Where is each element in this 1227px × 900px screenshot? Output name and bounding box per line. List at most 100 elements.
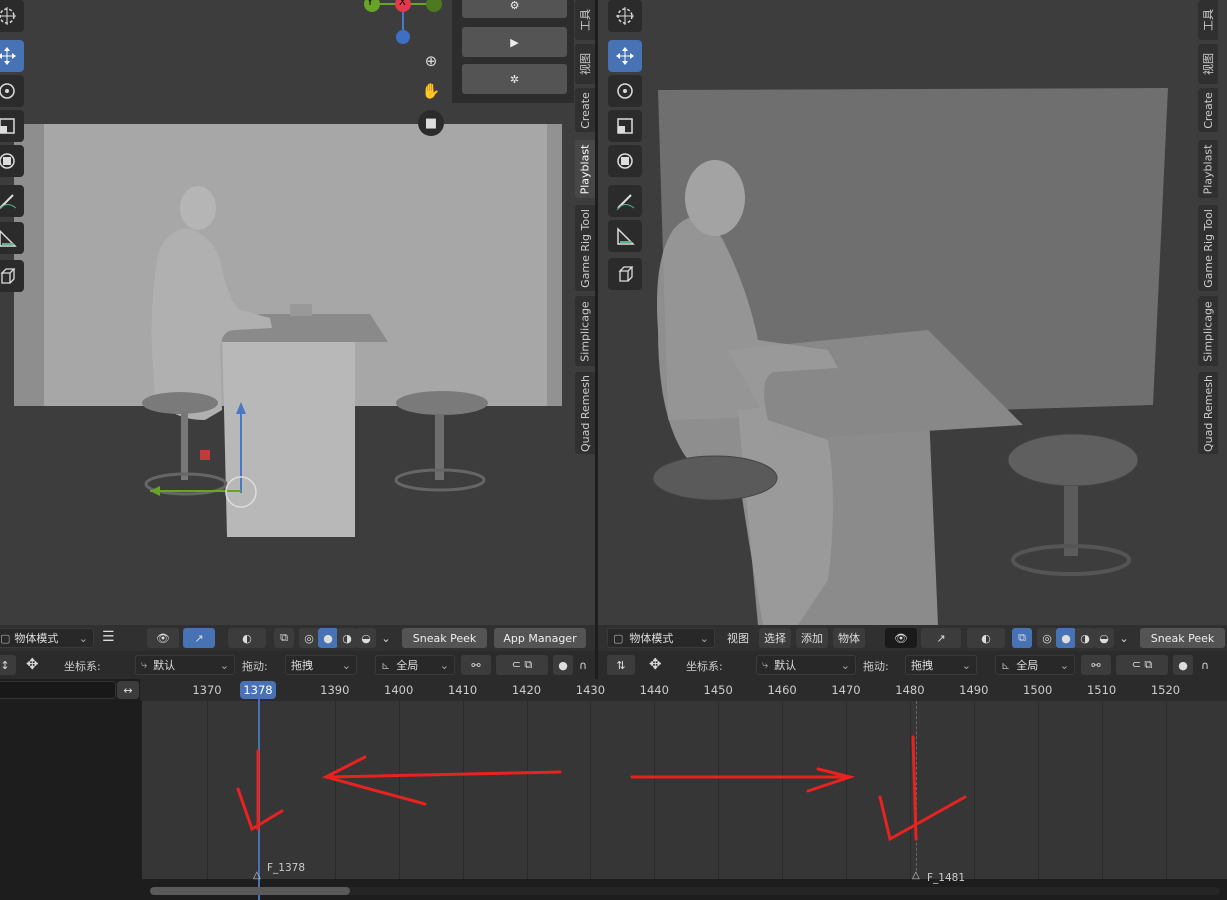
scale-tool[interactable] [608, 110, 642, 142]
proportional-icon[interactable]: ⚯ [1081, 655, 1111, 675]
tab-simplicage[interactable]: Simplicage [1198, 296, 1218, 366]
drag-select[interactable]: 拖拽 [285, 655, 357, 675]
film-button[interactable]: ⚙ [462, 0, 567, 18]
transform-tool[interactable] [608, 145, 642, 177]
shading-options-icon[interactable]: ⌄ [1114, 628, 1134, 648]
snap-target-icon[interactable]: ● [1173, 655, 1193, 675]
tab-game-rig-tool[interactable]: Game Rig Tool [1198, 205, 1218, 291]
tab-quad-remesh[interactable]: Quad Remesh [1198, 372, 1218, 454]
tab-game-rig-tool[interactable]: Game Rig Tool [575, 205, 595, 291]
channel-search-input[interactable] [0, 681, 116, 699]
sneak-peek-button[interactable]: Sneak Peek [1140, 628, 1225, 648]
measure-icon [0, 229, 17, 247]
timeline-track-area[interactable] [142, 701, 1227, 879]
hamburger-menu-icon[interactable]: ☰ [102, 629, 115, 645]
snap-icon[interactable]: ⊂ ⧉ [1116, 655, 1168, 675]
annotate-tool[interactable] [608, 185, 642, 217]
snap-target-icon[interactable]: ● [553, 655, 573, 675]
gizmo-toggle-icon[interactable]: ↗ [183, 628, 215, 648]
marker-icon[interactable]: △ [253, 870, 261, 881]
timeline-scrollbar[interactable] [150, 887, 1220, 895]
visibility-icon[interactable]: 👁 [147, 628, 179, 648]
timeline-tick: 1500 [1023, 683, 1053, 697]
menu-select[interactable]: 选择 [759, 628, 791, 648]
nav-gizmo[interactable]: Y X [362, 0, 444, 44]
tool-icon[interactable]: ↕ [0, 655, 16, 675]
move-options-icon[interactable]: ✥ [26, 655, 39, 673]
swap-icon[interactable]: ↔ [117, 681, 139, 699]
right-viewport[interactable]: 工具 视图 Create Playblast Game Rig Tool Sim… [598, 0, 1227, 625]
scale-tool[interactable] [0, 110, 24, 142]
visibility-icon[interactable]: 👁 [885, 628, 917, 648]
scrollbar-thumb[interactable] [150, 887, 350, 895]
proportional-icon[interactable]: ⚯ [461, 655, 491, 675]
wireframe-shading-icon[interactable]: ◎ [1037, 628, 1057, 648]
tab-view[interactable]: 视图 [575, 44, 595, 84]
tab-quad-remesh[interactable]: Quad Remesh [575, 372, 595, 454]
tab-simplicage[interactable]: Simplicage [575, 296, 595, 366]
marker-label[interactable]: F_1378 [267, 862, 305, 874]
timeline[interactable]: ↔ 1370 1390 1400 1410 1420 1430 1440 1450 1460 14… [0, 679, 1227, 900]
falloff-icon[interactable]: ∩ [1195, 655, 1215, 675]
rendered-shading-icon[interactable]: ◒ [1094, 628, 1114, 648]
shading-options-icon[interactable]: ⌄ [376, 628, 396, 648]
rotate-tool[interactable] [608, 75, 642, 107]
material-shading-icon[interactable]: ◑ [337, 628, 357, 648]
xray-icon[interactable]: ⧉ [1012, 628, 1032, 648]
annotate-tool[interactable] [0, 185, 24, 217]
menu-object[interactable]: 物体 [833, 628, 865, 648]
mode-select[interactable]: ▢ 物体模式 [0, 628, 94, 648]
add-cube-tool[interactable] [0, 260, 24, 292]
tab-view[interactable]: 视图 [1198, 44, 1218, 84]
move-tool[interactable] [0, 40, 24, 72]
measure-tool[interactable] [0, 222, 24, 254]
hand-icon[interactable]: ✋ [420, 80, 442, 102]
marker-icon[interactable]: △ [912, 870, 920, 881]
solid-shading-icon[interactable]: ● [1056, 628, 1076, 648]
solid-shading-icon[interactable]: ● [318, 628, 338, 648]
snap-icon[interactable]: ⊂ ⧉ [496, 655, 548, 675]
coord-select[interactable]: ⤷ 默认 [756, 655, 856, 675]
timeline-ruler[interactable] [140, 679, 1227, 701]
gizmo-toggle-icon[interactable]: ↗ [921, 628, 961, 648]
tab-tools[interactable]: 工具 [575, 0, 595, 40]
zoom-icon[interactable]: ⊕ [420, 50, 442, 72]
camera-icon[interactable]: ■ [418, 110, 444, 136]
area-divider[interactable] [595, 0, 598, 679]
menu-view[interactable]: 视图 [722, 628, 754, 648]
xray-icon[interactable]: ⧉ [274, 628, 294, 648]
current-frame-indicator[interactable]: 1378 [240, 681, 276, 699]
menu-add[interactable]: 添加 [796, 628, 828, 648]
measure-tool[interactable] [608, 220, 642, 252]
falloff-icon[interactable]: ∩ [573, 655, 593, 675]
transform-tool[interactable] [0, 145, 24, 177]
pivot-select[interactable]: ⊾ 全局 [375, 655, 455, 675]
cursor-tool[interactable] [0, 0, 24, 32]
overlay-icon[interactable]: ◐ [228, 628, 266, 648]
play-button[interactable]: ▶ [462, 27, 567, 57]
add-cube-tool[interactable] [608, 258, 642, 290]
rendered-shading-icon[interactable]: ◒ [356, 628, 376, 648]
mode-select[interactable]: ▢ 物体模式 [607, 628, 715, 648]
sneak-peek-button[interactable]: Sneak Peek [402, 628, 487, 648]
rotate-tool[interactable] [0, 75, 24, 107]
drag-select[interactable]: 拖拽 [905, 655, 977, 675]
tab-tools[interactable]: 工具 [1198, 0, 1218, 40]
cursor-tool[interactable] [608, 0, 642, 32]
overlay-icon[interactable]: ◐ [967, 628, 1005, 648]
move-tool[interactable] [608, 40, 642, 72]
settings-button[interactable]: ✲ [462, 64, 567, 94]
tab-create[interactable]: Create [575, 88, 595, 132]
app-manager-button[interactable]: App Manager [494, 628, 586, 648]
tab-create[interactable]: Create [1198, 88, 1218, 132]
left-viewport[interactable]: Y X ⊕ ✋ ■ ⚙ ▶ ✲ 工具 视图 Create Playblast G… [0, 0, 595, 625]
move-options-icon[interactable]: ✥ [649, 655, 662, 673]
tool-icon[interactable]: ⇅ [607, 655, 635, 675]
material-shading-icon[interactable]: ◑ [1075, 628, 1095, 648]
pivot-select[interactable]: ⊾ 全局 [995, 655, 1075, 675]
tab-playblast[interactable]: Playblast [1198, 140, 1218, 198]
coord-select[interactable]: ⤷ 默认 [135, 655, 235, 675]
wireframe-shading-icon[interactable]: ◎ [299, 628, 319, 648]
marker-label[interactable]: F_1481 [927, 872, 965, 884]
tab-playblast[interactable]: Playblast [575, 140, 595, 198]
